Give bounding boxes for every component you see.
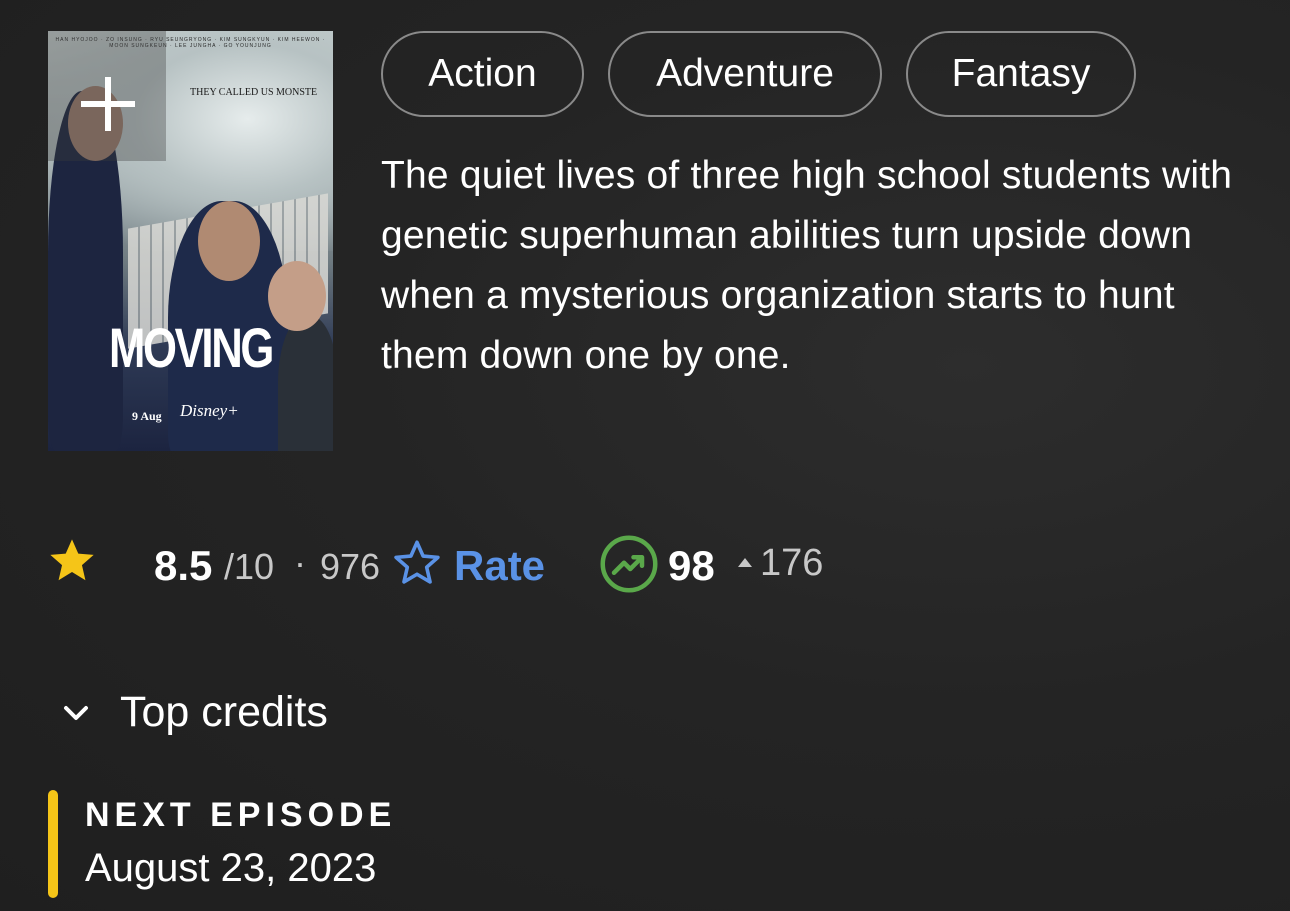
- rating-value[interactable]: 8.5: [154, 542, 212, 590]
- genre-chip-fantasy[interactable]: Fantasy: [906, 31, 1136, 117]
- popularity-delta: 176: [760, 542, 824, 584]
- poster-title: MOVING: [108, 316, 274, 379]
- genre-chip-action[interactable]: Action: [381, 31, 584, 117]
- star-filled-icon: [50, 539, 94, 581]
- top-credits-toggle[interactable]: Top credits: [60, 686, 380, 746]
- plus-icon-vertical: [105, 77, 111, 131]
- next-episode-section: NEXT EPISODE August 23, 2023: [48, 790, 448, 900]
- plot-summary[interactable]: The quiet lives of three high school stu…: [381, 146, 1261, 386]
- poster-tagline: THEY CALLED US MONSTE: [190, 87, 318, 98]
- rating-max: /10: [224, 546, 275, 587]
- ratings-row: 8.5 /10 · 976 Rate 98 176: [46, 530, 946, 600]
- next-episode-heading: NEXT EPISODE: [85, 796, 397, 834]
- accent-bar: [48, 790, 58, 898]
- genre-chip-adventure[interactable]: Adventure: [608, 31, 882, 117]
- add-to-watchlist-button[interactable]: [48, 31, 166, 161]
- trending-up-icon: [600, 535, 658, 593]
- arrow-up-icon: [738, 558, 752, 567]
- poster-brand-logo: Disney+: [180, 401, 239, 420]
- next-episode-date: August 23, 2023: [85, 846, 377, 890]
- poster-image[interactable]: HAN HYOJOO · ZO INSUNG · RYU SEUNGRYONG …: [48, 31, 333, 451]
- top-credits-label: Top credits: [120, 688, 328, 736]
- poster-face-center: [198, 201, 260, 281]
- rating-separator: ·: [294, 542, 306, 583]
- rating-count: 976: [320, 546, 381, 587]
- star-outline-icon[interactable]: [390, 536, 444, 590]
- rate-button[interactable]: Rate: [454, 542, 545, 590]
- poster-date: 9 Aug: [132, 409, 162, 423]
- chevron-down-icon: [64, 706, 88, 720]
- popularity-score[interactable]: 98: [668, 542, 715, 590]
